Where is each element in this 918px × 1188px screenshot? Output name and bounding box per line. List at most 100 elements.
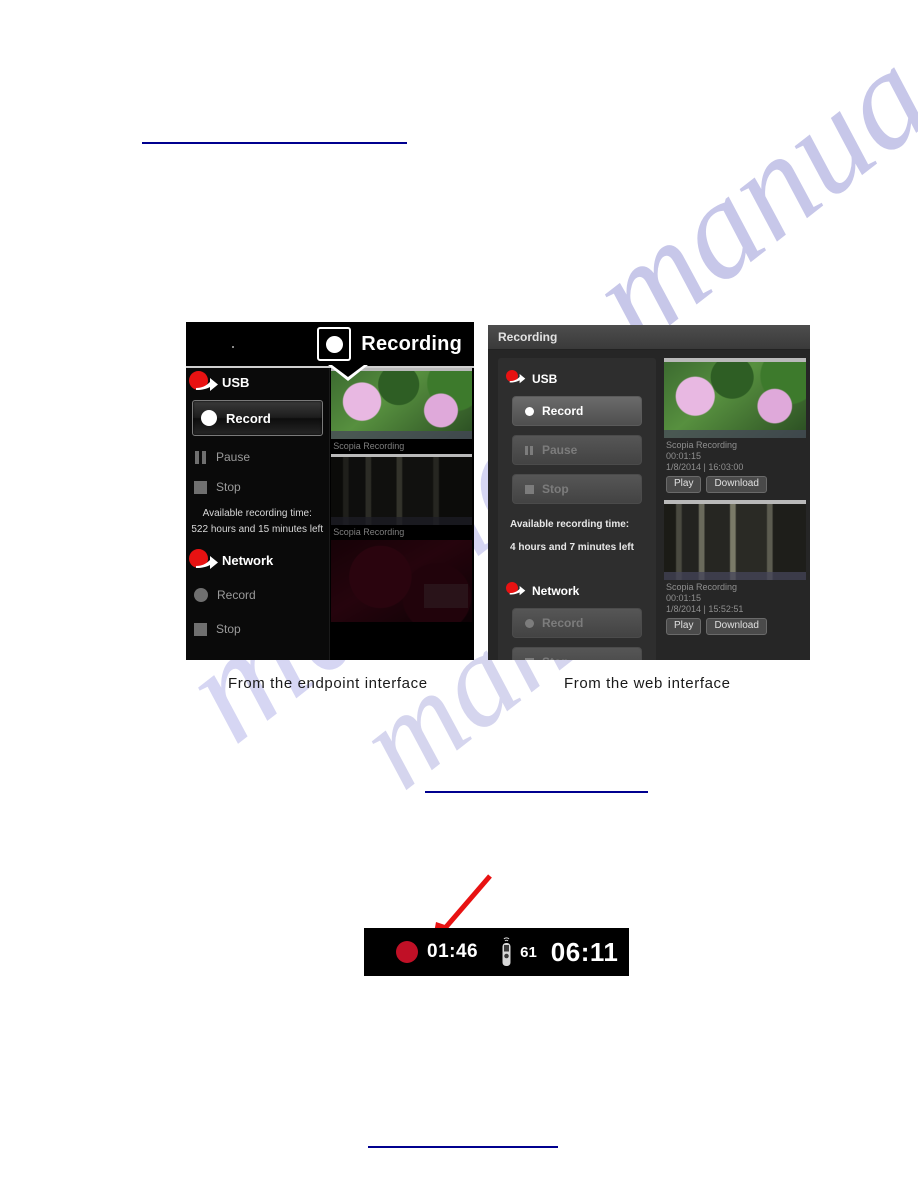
- endpoint-body: USB Record Pause Stop Available recordin…: [186, 368, 474, 660]
- web-body: USB Record Pause Stop Available recordin…: [488, 350, 810, 660]
- recording-status-bar: 01:46 61 06:11: [364, 928, 629, 976]
- record-dot-icon: [201, 410, 217, 426]
- recording-play-button[interactable]: Play: [666, 476, 702, 493]
- web-group-usb: USB: [498, 368, 656, 390]
- redacted-link-top[interactable]: [142, 142, 407, 144]
- endpoint-thumbnail-caption: [330, 622, 473, 627]
- endpoint-thumbnail-caption: Scopia Recording: [333, 527, 405, 537]
- endpoint-network-record-button[interactable]: Record: [186, 580, 329, 610]
- record-circle-icon: [525, 618, 534, 628]
- recording-name: Scopia Recording: [666, 440, 738, 450]
- callout-arrow-icon: [189, 549, 219, 571]
- recording-download-button[interactable]: Download: [706, 476, 767, 493]
- web-header: Recording: [488, 325, 810, 350]
- page-watermark-secondary: manua: [561, 17, 918, 375]
- pause-icon: [525, 445, 534, 455]
- web-interface-screenshot: Recording USB Record Pause Stop Availabl…: [488, 325, 810, 660]
- record-dot-icon: [317, 327, 352, 361]
- record-circle-icon: [194, 588, 208, 602]
- web-availability-line2: 4 hours and 7 minutes left: [510, 542, 634, 553]
- callout-arrow-icon: [189, 371, 219, 393]
- web-recordings-list: Scopia Recording 00:01:15 1/8/2014 | 16:…: [664, 358, 806, 660]
- redacted-link-bottom[interactable]: [368, 1146, 558, 1148]
- web-group-usb-label: USB: [532, 372, 558, 386]
- web-network-record-label: Record: [542, 616, 584, 630]
- endpoint-network-stop-label: Stop: [216, 622, 241, 636]
- white-arrow-icon: [509, 374, 526, 384]
- endpoint-thumbnail-column: Scopia Recording Scopia Recording: [329, 368, 474, 660]
- recording-preview-forest: [664, 504, 806, 580]
- recording-strip: [664, 572, 806, 580]
- web-availability-line1: Available recording time:: [510, 519, 630, 530]
- endpoint-header: Recording: [186, 322, 474, 368]
- endpoint-thumbnail-item[interactable]: [330, 540, 473, 627]
- web-usb-record-button[interactable]: Record: [512, 396, 642, 426]
- recording-card[interactable]: Scopia Recording 00:01:15 1/8/2014 | 15:…: [664, 500, 806, 637]
- thumbnail-overlay-box: [424, 584, 469, 608]
- web-usb-pause-button[interactable]: Pause: [512, 435, 642, 465]
- endpoint-usb-record-label: Record: [226, 410, 271, 426]
- endpoint-header-title: Recording: [361, 332, 462, 355]
- web-network-stop-label: Stop: [542, 655, 569, 660]
- endpoint-group-usb: USB: [186, 368, 329, 396]
- web-network-stop-button[interactable]: Stop: [512, 647, 642, 660]
- endpoint-usb-pause-button[interactable]: Pause: [186, 442, 329, 472]
- recording-metadata: Scopia Recording 00:01:15 1/8/2014 | 16:…: [664, 438, 806, 473]
- stop-square-icon: [194, 480, 207, 494]
- recording-timestamp: 1/8/2014 | 16:03:00: [666, 462, 744, 472]
- web-group-network: Network: [498, 580, 656, 602]
- recording-download-button[interactable]: Download: [706, 618, 767, 635]
- recording-actions: Play Download: [664, 615, 806, 637]
- caption-web: From the web interface: [564, 675, 731, 692]
- web-network-record-button[interactable]: Record: [512, 608, 642, 638]
- white-arrow-icon: [509, 586, 526, 596]
- endpoint-usb-stop-button[interactable]: Stop: [186, 472, 329, 502]
- web-usb-record-label: Record: [542, 404, 584, 418]
- redacted-link-middle[interactable]: [425, 791, 648, 793]
- status-elapsed-time: 01:46: [427, 941, 479, 962]
- endpoint-network-stop-button[interactable]: Stop: [186, 614, 329, 644]
- recording-duration: 00:01:15: [666, 593, 702, 603]
- caption-endpoint: From the endpoint interface: [228, 675, 428, 692]
- recording-card[interactable]: Scopia Recording 00:01:15 1/8/2014 | 16:…: [664, 358, 806, 495]
- endpoint-controls-column: USB Record Pause Stop Available recordin…: [186, 368, 330, 660]
- web-usb-stop-label: Stop: [542, 482, 569, 496]
- web-usb-pause-label: Pause: [542, 443, 578, 457]
- endpoint-usb-stop-label: Stop: [216, 480, 241, 494]
- endpoint-availability: Available recording time: 522 hours and …: [186, 502, 329, 540]
- thumbnail-preview-forest: [331, 457, 473, 525]
- white-arrow-icon: [196, 378, 218, 391]
- endpoint-availability-line1: Available recording time:: [202, 508, 312, 519]
- endpoint-thumbnail-caption: Scopia Recording: [333, 441, 405, 451]
- recording-duration: 00:01:15: [666, 451, 702, 461]
- thumbnail-strip: [331, 431, 473, 439]
- callout-arrow-icon: [506, 582, 528, 600]
- recording-timestamp: 1/8/2014 | 15:52:51: [666, 604, 744, 614]
- white-arrow-icon: [196, 556, 218, 569]
- web-group-network-label: Network: [532, 584, 580, 598]
- stop-square-icon: [525, 484, 534, 494]
- web-header-title: Recording: [498, 330, 558, 344]
- status-clock: 06:11: [550, 936, 619, 967]
- web-controls-column: USB Record Pause Stop Available recordin…: [498, 358, 656, 660]
- record-dot-icon: [525, 406, 534, 416]
- status-remote-count: 61: [520, 943, 537, 961]
- stop-square-icon: [194, 622, 207, 636]
- recording-preview-flower: [664, 362, 806, 438]
- recording-strip: [664, 430, 806, 438]
- endpoint-thumbnail-item[interactable]: Scopia Recording: [330, 454, 473, 540]
- thumbnail-preview-flower: [331, 371, 473, 439]
- endpoint-usb-pause-label: Pause: [216, 450, 251, 464]
- recording-actions: Play Download: [664, 473, 806, 495]
- endpoint-usb-record-button[interactable]: Record: [192, 400, 323, 436]
- pause-icon: [194, 450, 207, 464]
- endpoint-group-network: Network: [186, 546, 329, 574]
- recording-name: Scopia Recording: [666, 582, 738, 592]
- remote-control-icon: [502, 937, 511, 966]
- thumbnail-preview-red: [331, 540, 473, 622]
- web-usb-stop-button[interactable]: Stop: [512, 474, 642, 504]
- header-bullet-dot: [232, 346, 234, 348]
- endpoint-group-network-label: Network: [222, 552, 274, 568]
- recording-play-button[interactable]: Play: [666, 618, 702, 635]
- endpoint-interface-screenshot: Recording USB Record Pause Stop Availabl…: [186, 322, 474, 660]
